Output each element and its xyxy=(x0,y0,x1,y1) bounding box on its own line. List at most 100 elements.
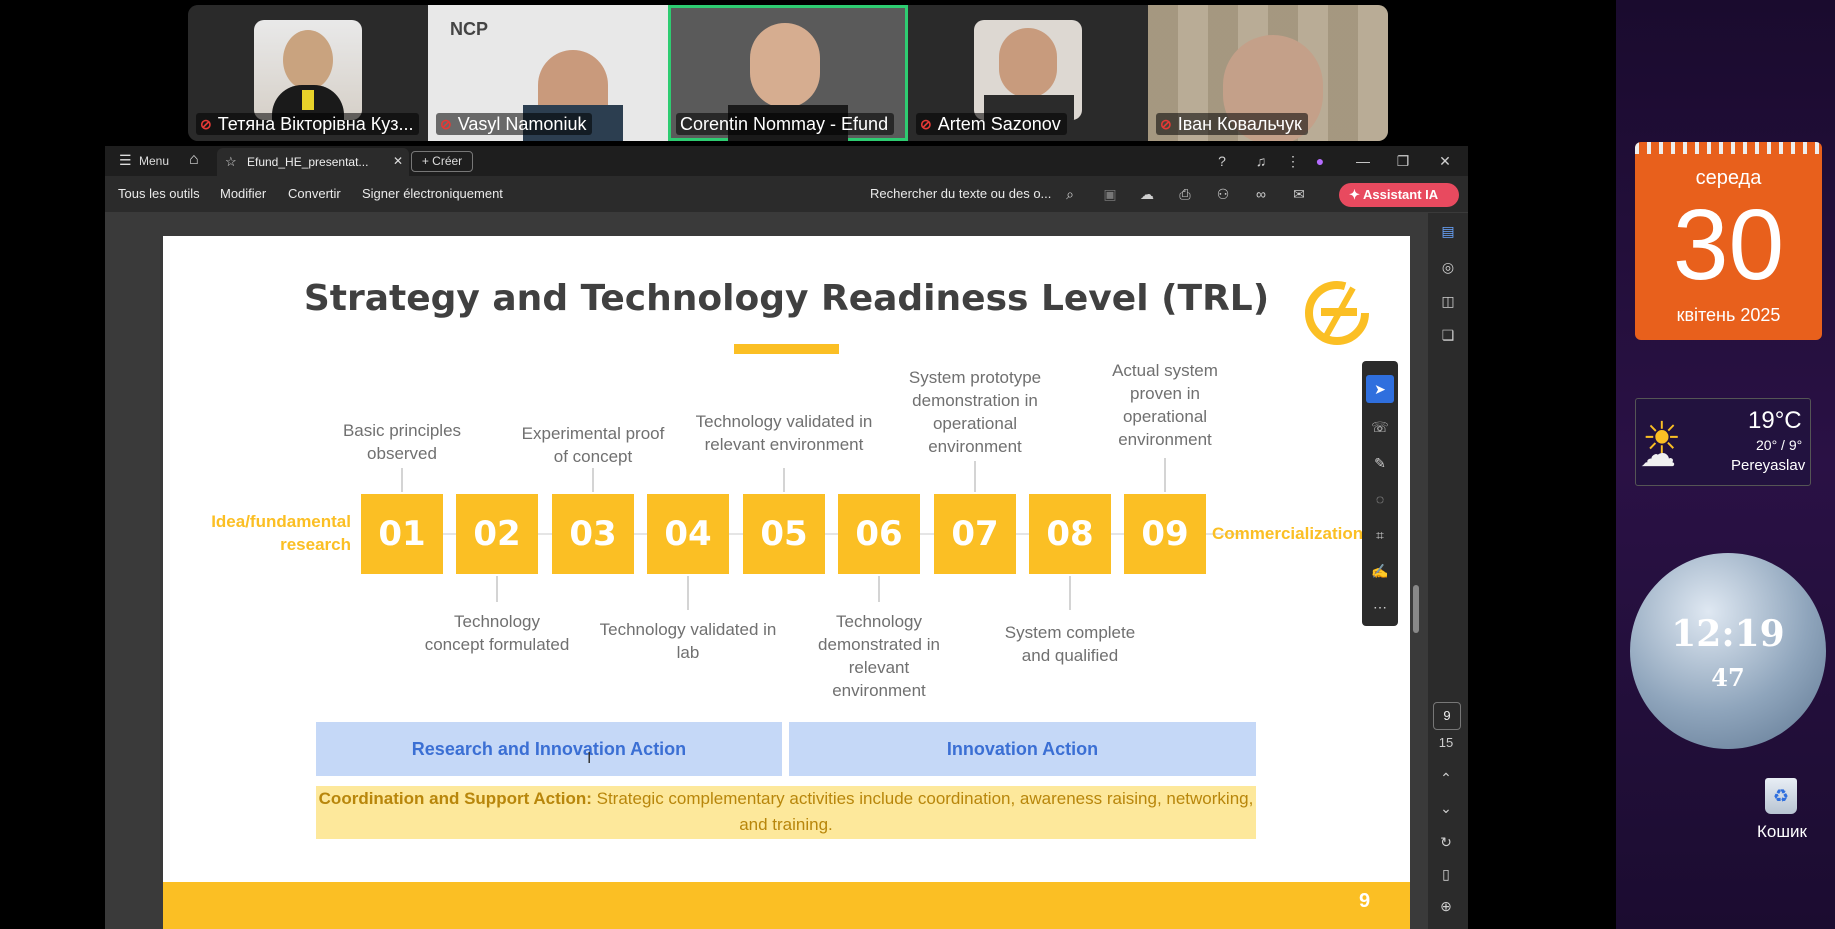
bell-icon[interactable]: ♫ xyxy=(1251,151,1271,171)
convert-button[interactable]: Convertir xyxy=(288,176,341,212)
text-box-icon[interactable]: ⌗ xyxy=(1370,525,1390,545)
search-input[interactable]: Rechercher du texte ou des o... xyxy=(870,176,1051,212)
current-page-input[interactable]: 9 xyxy=(1433,702,1461,730)
trl-box-01: 01 xyxy=(361,494,443,574)
apps-grid-icon[interactable]: ⋮ xyxy=(1283,151,1303,171)
trl-box-07: 07 xyxy=(934,494,1016,574)
print-icon[interactable]: ⎙ xyxy=(1175,184,1195,204)
avatar[interactable]: ● xyxy=(1310,151,1330,171)
maximize-icon[interactable]: ❐ xyxy=(1393,151,1413,171)
upload-cloud-icon[interactable]: ☁ xyxy=(1137,184,1157,204)
menu-button[interactable]: Menu xyxy=(139,154,169,168)
participant-tile[interactable]: ⊘ Artem Sazonov xyxy=(908,5,1148,141)
star-icon[interactable]: ☆ xyxy=(225,154,237,170)
mail-icon[interactable]: ✉ xyxy=(1289,184,1309,204)
recycle-bin-label[interactable]: Кошик xyxy=(1740,822,1824,842)
lasso-icon[interactable]: ◌ xyxy=(1370,489,1390,509)
text-cursor-icon: I xyxy=(587,750,592,767)
sign-pen-icon[interactable]: ✍ xyxy=(1370,561,1390,581)
calendar-weekday: середа xyxy=(1695,167,1762,189)
clock-seconds: 47 xyxy=(1711,663,1745,692)
mic-muted-icon: ⊘ xyxy=(1160,116,1172,132)
participant-name: Corentin Nommay - Efund xyxy=(676,113,895,135)
ria-band: Research and Innovation Action xyxy=(316,722,782,776)
tick xyxy=(496,576,498,602)
trl-label-07: System prototype demonstration in operat… xyxy=(908,368,1042,456)
assistant-ai-button[interactable]: ✦ Assistant IA xyxy=(1339,183,1459,207)
left-label: Idea/fundamental research xyxy=(211,512,351,554)
select-cursor-icon[interactable]: ➤ xyxy=(1366,375,1394,403)
trl-box-04: 04 xyxy=(647,494,729,574)
home-icon[interactable]: ⌂ xyxy=(189,151,199,169)
csa-text: Strategic complementary activities inclu… xyxy=(591,789,1254,834)
weather-widget: ☀ ☁ 19°C 20° / 9° Pereyaslav xyxy=(1635,398,1811,486)
trl-box-03: 03 xyxy=(552,494,634,574)
slide-page: Strategy and Technology Readiness Level … xyxy=(163,236,1410,929)
search-icon[interactable]: ⌕ xyxy=(1060,184,1080,204)
mic-muted-icon: ⊘ xyxy=(200,116,212,132)
share-icon[interactable]: ⚇ xyxy=(1213,184,1233,204)
ia-band: Innovation Action xyxy=(789,722,1256,776)
recycle-bin-icon[interactable]: ♻ xyxy=(1765,778,1797,814)
tick xyxy=(1069,576,1071,610)
chevron-up-icon[interactable]: ⌃ xyxy=(1436,768,1456,788)
tick xyxy=(401,468,403,492)
sparkle-icon: ✦ xyxy=(1349,187,1364,202)
hamburger-icon[interactable]: ☰ xyxy=(119,152,132,169)
more-icon[interactable]: ⋯ xyxy=(1370,597,1390,617)
calendar-month: квітень 2025 xyxy=(1676,305,1781,325)
save-icon[interactable]: ▣ xyxy=(1100,184,1120,204)
highlight-pen-icon[interactable]: ✎ xyxy=(1370,453,1390,473)
comment-icon[interactable]: ☏ xyxy=(1370,417,1390,437)
document-tab[interactable]: ☆ Efund_HE_presentat... ✕ xyxy=(217,148,409,176)
create-button[interactable]: + Créer xyxy=(411,151,473,172)
chevron-down-icon[interactable]: ⌄ xyxy=(1436,798,1456,818)
trl-label-09: Actual system proven in operational envi… xyxy=(1112,361,1218,449)
rotate-icon[interactable]: ↻ xyxy=(1436,832,1456,852)
calendar-widget: середа 30 квітень 2025 xyxy=(1635,142,1822,340)
ncp-logo: NCP xyxy=(450,19,489,39)
trl-label-08: System complete and qualified xyxy=(1004,623,1136,665)
participant-tile-active[interactable]: Corentin Nommay - Efund xyxy=(668,5,908,141)
calendar-rings xyxy=(1635,142,1822,154)
zoom-in-icon[interactable]: ⊕ xyxy=(1436,896,1456,916)
sign-button[interactable]: Signer électroniquement xyxy=(362,176,503,212)
export-icon[interactable]: ◎ xyxy=(1438,257,1458,277)
page-icon[interactable]: ▯ xyxy=(1436,864,1456,884)
tab-title: Efund_HE_presentat... xyxy=(247,155,369,169)
clock-widget: 12:19 47 xyxy=(1630,553,1826,749)
close-tab-icon[interactable]: ✕ xyxy=(393,154,403,168)
participant-video xyxy=(254,20,362,120)
weather-range: 20° / 9° xyxy=(1756,437,1803,453)
cloud-icon: ☁ xyxy=(1640,433,1676,474)
slide-page-number: 9 xyxy=(1359,890,1371,912)
tick xyxy=(592,468,594,492)
annotation-toolbar: ➤ ☏ ✎ ◌ ⌗ ✍ ⋯ xyxy=(1362,361,1398,626)
close-window-icon[interactable]: ✕ xyxy=(1435,151,1455,171)
participant-tile[interactable]: ⊘ Іван Ковальчук xyxy=(1148,5,1388,141)
minimize-icon[interactable]: — xyxy=(1353,151,1373,171)
participant-tile[interactable]: ⊘ Тетяна Вікторівна Куз... xyxy=(188,5,428,141)
trl-box-02: 02 xyxy=(456,494,538,574)
right-rail: ▤ ◎ ◫ ❏ xyxy=(1428,213,1468,929)
trl-box-05: 05 xyxy=(743,494,825,574)
plus-icon: + xyxy=(421,154,433,168)
weather-city: Pereyaslav xyxy=(1731,457,1806,474)
trl-box-06: 06 xyxy=(838,494,920,574)
link-icon[interactable]: ∞ xyxy=(1251,184,1271,204)
participant-video xyxy=(750,23,820,108)
mic-muted-icon: ⊘ xyxy=(440,116,452,132)
bookmark-icon[interactable]: ◫ xyxy=(1438,291,1458,311)
participant-strip: ⊘ Тетяна Вікторівна Куз... NCP ⊘ Vasyl Nam… xyxy=(188,5,1388,141)
participant-name: ⊘ Тетяна Вікторівна Куз... xyxy=(196,113,420,135)
pages-icon[interactable]: ❏ xyxy=(1438,325,1458,345)
trl-label-06: Technology demonstrated in relevant envi… xyxy=(818,612,940,700)
scrollbar-thumb[interactable] xyxy=(1413,585,1419,633)
all-tools-button[interactable]: Tous les outils xyxy=(118,176,200,212)
comment-panel-icon[interactable]: ▤ xyxy=(1438,221,1458,241)
edit-button[interactable]: Modifier xyxy=(220,176,266,212)
participant-tile[interactable]: NCP ⊘ Vasyl Namoniuk xyxy=(428,5,668,141)
help-icon[interactable]: ? xyxy=(1212,151,1232,171)
participant-name: ⊘ Іван Ковальчук xyxy=(1156,113,1308,135)
trl-label-02: Technology concept formulated xyxy=(424,612,570,654)
